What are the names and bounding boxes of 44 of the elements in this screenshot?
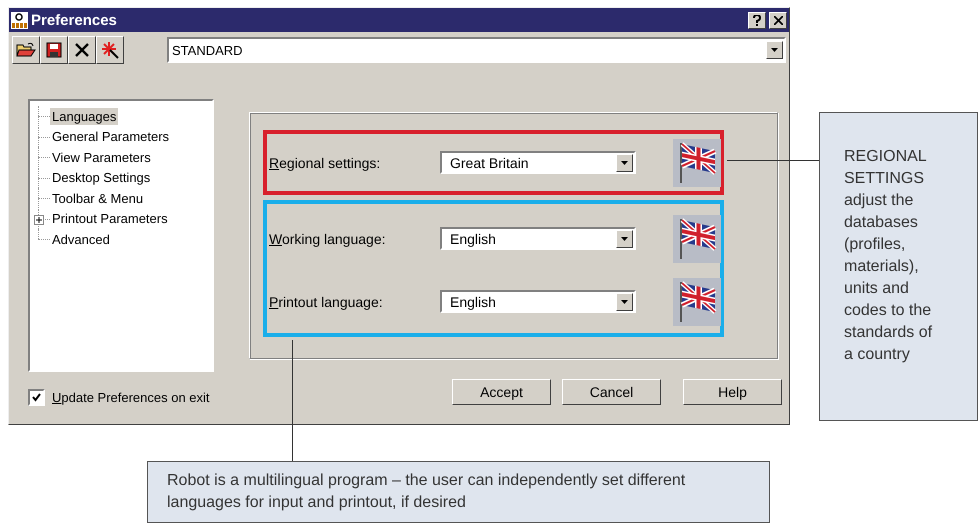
tree-item[interactable]: Desktop Settings — [50, 169, 152, 186]
toolbar-button[interactable] — [96, 36, 124, 64]
close-icon — [774, 16, 782, 24]
tree-item[interactable]: View Parameters — [50, 148, 153, 166]
dropdown-value: English — [449, 230, 497, 246]
tree-item[interactable]: Printout Parameters — [50, 210, 170, 228]
setting-label: Printout language: — [269, 294, 384, 310]
flag-icon — [673, 214, 721, 262]
spark-icon — [101, 41, 119, 59]
dropdown-value: Great Britain — [449, 154, 530, 170]
setting-dropdown[interactable]: Great Britain — [440, 151, 636, 174]
app-icon — [11, 12, 28, 28]
profile-value: STANDARD — [172, 42, 244, 58]
tree-item[interactable]: Advanced — [50, 230, 112, 248]
window-title: Preferences — [31, 12, 118, 28]
help-button[interactable] — [748, 12, 766, 28]
tree-item[interactable]: Toolbar & Menu — [50, 190, 146, 207]
expand-icon[interactable] — [34, 214, 44, 225]
callout-text: Robot is a multilingual program – the user can independently set different languages for input and printout, if desired — [167, 472, 686, 511]
dialog-button[interactable]: Accept — [452, 379, 551, 405]
setting-label: Working language: — [269, 230, 386, 246]
x-icon — [74, 42, 90, 58]
checkbox-label[interactable]: Update Preferences on exit — [52, 390, 210, 405]
setting-dropdown[interactable]: English — [440, 227, 636, 250]
floppy-icon — [46, 42, 62, 58]
dialog-button[interactable]: Help — [683, 379, 782, 405]
toolbar-button[interactable] — [40, 36, 68, 64]
dropdown-value: English — [449, 294, 497, 310]
callout-text: REGIONAL SETTINGS adjust the databases (profiles, materials), units and codes to the standards of a country — [844, 147, 934, 365]
folder-icon — [16, 42, 36, 58]
flag-icon — [673, 278, 721, 326]
flag-icon — [673, 138, 721, 186]
setting-label: Regional settings: — [269, 154, 382, 170]
check-icon — [32, 393, 41, 402]
toolbar-button[interactable] — [12, 36, 40, 64]
setting-dropdown[interactable]: English — [440, 290, 636, 313]
tree-item[interactable]: General Parameters — [50, 128, 172, 146]
question-icon — [753, 14, 761, 26]
close-button[interactable] — [769, 12, 787, 28]
checkbox[interactable] — [28, 389, 45, 406]
dialog-button[interactable]: Cancel — [562, 379, 661, 405]
profile-dropdown[interactable]: STANDARD — [167, 37, 786, 63]
toolbar-button[interactable] — [68, 36, 96, 64]
tree-item[interactable]: Languages — [50, 108, 118, 125]
